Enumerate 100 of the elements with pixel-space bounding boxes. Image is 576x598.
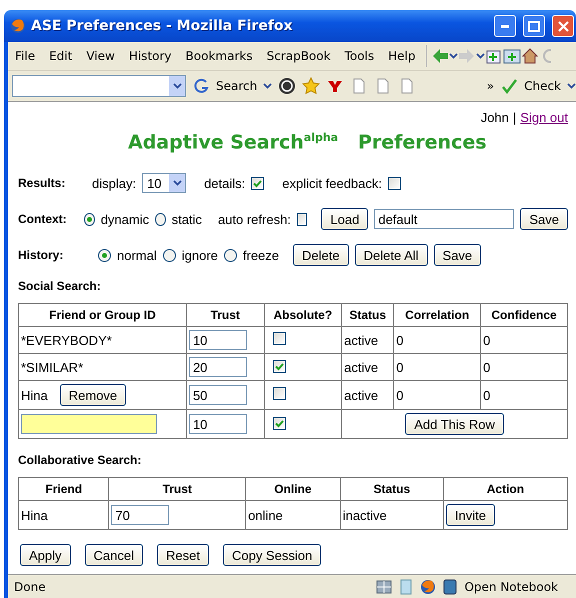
page-heading: Adaptive Search$^{alpha}$ Preferences xyxy=(128,131,488,154)
column-header: Friend xyxy=(18,478,109,501)
radio-label: ignore xyxy=(182,248,218,263)
minimize-button[interactable] xyxy=(494,15,516,37)
sign-out-link[interactable]: Sign out xyxy=(520,110,568,125)
trust-field[interactable]: 20 xyxy=(188,357,247,378)
column-header: Status xyxy=(340,478,444,501)
display-select[interactable]: 10 xyxy=(142,173,186,194)
column-header: Trust xyxy=(186,304,264,327)
context-name-field[interactable]: default xyxy=(374,209,514,230)
history-button[interactable]: Delete All xyxy=(354,244,428,266)
radio-button[interactable] xyxy=(224,248,237,262)
radio-button[interactable] xyxy=(84,212,95,226)
add-row-button[interactable]: Add This Row xyxy=(405,413,504,436)
column-header: Action xyxy=(443,478,568,501)
invite-button[interactable]: Invite xyxy=(446,504,495,526)
spell-check-icon[interactable] xyxy=(500,77,518,95)
column-header: Correlation xyxy=(394,304,481,327)
remove-button[interactable]: Remove xyxy=(60,384,126,406)
checkbox[interactable] xyxy=(388,176,402,190)
details-label: details: xyxy=(204,176,246,191)
table-cell: *SIMILAR* xyxy=(18,354,186,381)
more-chevron[interactable]: » xyxy=(486,79,494,93)
history-button[interactable]: Save xyxy=(434,244,482,266)
fox-globe-icon[interactable] xyxy=(420,578,436,594)
checkbox[interactable] xyxy=(296,212,308,226)
action-button[interactable]: Reset xyxy=(157,544,209,566)
table-cell: active xyxy=(342,380,394,410)
window-title: ASE Preferences - Mozilla Firefox xyxy=(31,18,294,34)
radio-button[interactable] xyxy=(155,212,166,226)
status-text: Done xyxy=(14,580,47,594)
minimize-icon xyxy=(501,24,509,28)
section-title: Social Search: xyxy=(18,279,102,294)
feedback-label: explicit feedback: xyxy=(282,176,382,191)
section-title: Collaborative Search: xyxy=(18,453,142,468)
history-button[interactable]: Delete xyxy=(293,244,349,266)
results-label: Results: xyxy=(18,176,66,190)
page-icon[interactable] xyxy=(398,578,414,594)
table-cell: active xyxy=(342,326,394,354)
checkbox[interactable] xyxy=(272,416,286,430)
menu-item[interactable]: File xyxy=(8,49,42,63)
fox-globe-icon[interactable] xyxy=(10,18,26,34)
menu-item[interactable]: View xyxy=(79,49,122,63)
table-cell: *EVERYBODY* xyxy=(18,326,186,354)
menu-item[interactable]: History xyxy=(122,49,179,63)
maximize-icon xyxy=(528,20,540,32)
load-button[interactable]: Load xyxy=(321,208,368,230)
table-cell: 0 xyxy=(394,380,481,410)
close-icon xyxy=(558,20,568,32)
action-button[interactable]: Copy Session xyxy=(222,544,322,566)
table-cell: inactive xyxy=(340,500,444,530)
friend-id-field[interactable] xyxy=(21,414,157,434)
column-header: Absolute? xyxy=(264,304,342,327)
checkbox[interactable] xyxy=(251,176,264,190)
radio-label: static xyxy=(172,212,202,227)
menu-item[interactable]: ScrapBook xyxy=(260,49,338,63)
context-label: Context: xyxy=(18,212,68,226)
table-cell: 0 xyxy=(394,354,481,381)
table-cell: 0 xyxy=(394,326,481,354)
grid-icon[interactable] xyxy=(376,578,392,594)
menu-item[interactable]: Help xyxy=(381,49,422,63)
save-button[interactable]: Save xyxy=(520,208,568,230)
history-label: History: xyxy=(18,248,64,262)
checkbox[interactable] xyxy=(272,360,286,373)
combo-box[interactable] xyxy=(12,75,186,97)
trust-field[interactable]: 10 xyxy=(188,330,247,350)
column-header: Status xyxy=(342,304,394,327)
friend-name: Hina xyxy=(21,388,48,403)
open-notebook-label[interactable]: Open Notebook xyxy=(464,580,558,594)
table-cell: active xyxy=(342,354,394,381)
auto-refresh-label: auto refresh: xyxy=(218,212,291,227)
check-label[interactable]: Check xyxy=(524,79,561,93)
trust-field[interactable]: 10 xyxy=(188,414,247,434)
radio-button[interactable] xyxy=(162,248,176,262)
column-header: Friend or Group ID xyxy=(18,304,186,327)
column-header: Online xyxy=(246,478,340,501)
star-icon[interactable] xyxy=(302,77,320,95)
radio-label: freeze xyxy=(242,248,280,263)
home-icon[interactable] xyxy=(521,47,540,65)
menu-item[interactable]: Edit xyxy=(42,49,80,63)
close-button[interactable] xyxy=(552,15,574,37)
table-cell: online xyxy=(246,500,340,530)
trust-field[interactable]: 50 xyxy=(188,385,247,406)
menu-item[interactable]: Tools xyxy=(338,49,382,63)
trust-field[interactable]: 70 xyxy=(111,505,170,526)
action-button[interactable]: Apply xyxy=(20,544,71,566)
radio-button[interactable] xyxy=(98,248,111,262)
google-g-icon[interactable] xyxy=(192,77,210,95)
search-label[interactable]: Search xyxy=(216,79,258,93)
table-cell: 0 xyxy=(480,354,568,381)
checkbox[interactable] xyxy=(272,332,286,346)
maximize-button[interactable] xyxy=(523,15,545,37)
display-label: display: xyxy=(92,176,136,191)
table-cell: 0 xyxy=(480,380,568,410)
action-button[interactable]: Cancel xyxy=(84,544,143,566)
checkbox[interactable] xyxy=(272,387,286,400)
notebook-icon[interactable] xyxy=(442,578,458,594)
column-header: Trust xyxy=(108,478,246,501)
user-name: John xyxy=(480,110,509,125)
menu-item[interactable]: Bookmarks xyxy=(178,49,260,63)
